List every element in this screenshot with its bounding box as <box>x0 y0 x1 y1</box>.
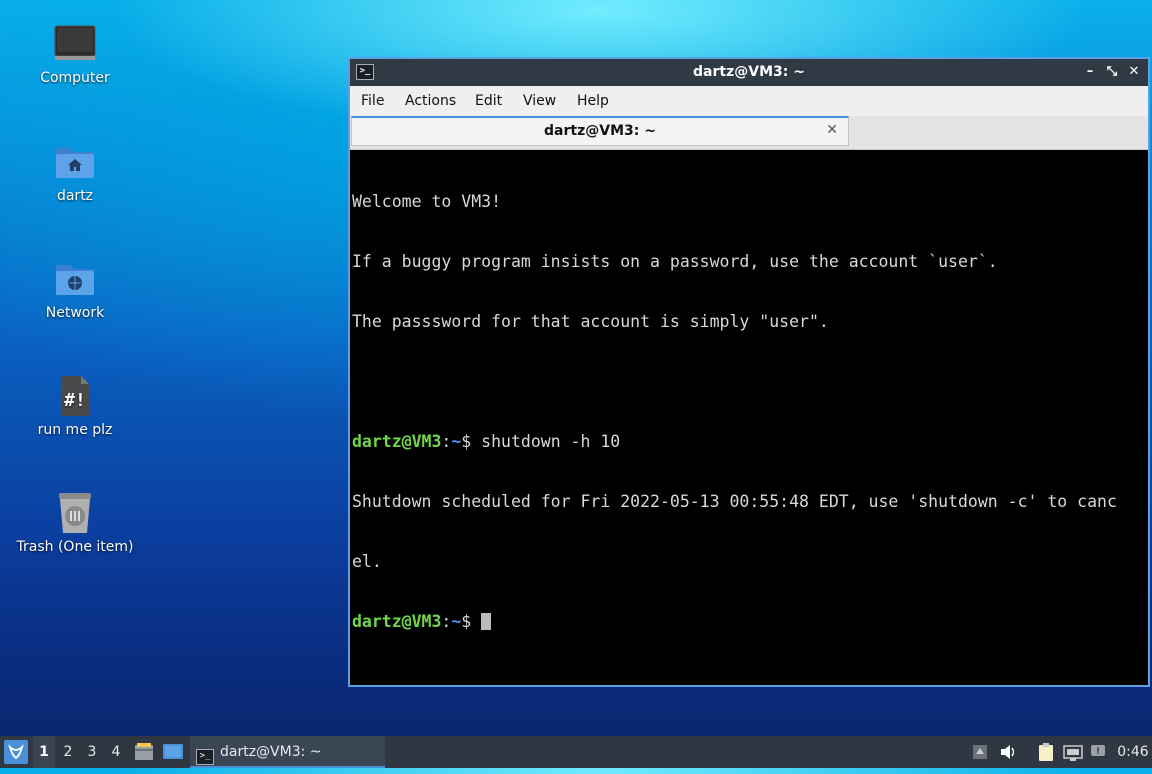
workspace-4-button[interactable]: 4 <box>105 736 127 768</box>
window-titlebar[interactable]: >_ dartz@VM3: ~ – ⤡ ✕ <box>350 59 1148 86</box>
terminal-cursor <box>481 613 492 630</box>
menu-actions[interactable]: Actions <box>405 93 456 109</box>
prompt-symbol: $ <box>461 612 482 631</box>
desktop-icon-label: dartz <box>56 188 94 204</box>
prompt-path: ~ <box>451 612 462 631</box>
tab-bar: dartz@VM3: ~ ✕ <box>350 116 1148 150</box>
menubar: File Actions Edit View Help <box>350 86 1148 116</box>
desktop-icon-home[interactable]: dartz <box>15 140 135 204</box>
menu-file[interactable]: File <box>361 93 384 109</box>
desktop-icon-label: Computer <box>40 70 110 86</box>
close-window-button[interactable]: ✕ <box>1126 63 1142 81</box>
terminal-prompt-line: dartz@VM3:~$ <box>352 612 1148 632</box>
lxqt-logo-icon <box>8 744 24 760</box>
prompt-separator: : <box>441 612 452 631</box>
minimize-button[interactable]: – <box>1082 63 1098 81</box>
notification-icon[interactable]: ! <box>1090 744 1106 760</box>
clock[interactable]: 0:46 <box>1114 736 1152 768</box>
tab-label: dartz@VM3: ~ <box>544 123 656 139</box>
svg-text:!: ! <box>1096 747 1100 757</box>
desktop-icon-label: Network <box>45 305 105 321</box>
prompt-symbol: $ <box>461 432 482 451</box>
tab-terminal[interactable]: dartz@VM3: ~ ✕ <box>351 116 849 146</box>
taskbar: 1 2 3 4 >_ dartz@VM3: ~ ! 0:46 <box>0 736 1152 768</box>
tray-scroll-icon[interactable] <box>972 744 988 760</box>
workspace-3-button[interactable]: 3 <box>81 736 103 768</box>
window-title: dartz@VM3: ~ <box>693 64 805 80</box>
menu-edit[interactable]: Edit <box>475 93 502 109</box>
terminal-line: el. <box>352 552 382 571</box>
start-menu-button[interactable] <box>4 740 28 764</box>
home-folder-icon <box>53 140 97 184</box>
command-text: shutdown -h 10 <box>481 432 621 451</box>
desktop-icon-label: Trash (One item) <box>16 539 134 555</box>
terminal-task-icon: >_ <box>196 749 214 765</box>
menu-view[interactable]: View <box>523 93 556 109</box>
terminal-line: Welcome to VM3! <box>352 192 502 211</box>
prompt-user: dartz@VM3 <box>352 432 442 451</box>
trash-icon <box>53 491 97 535</box>
desktop-icon-network[interactable]: Network <box>15 257 135 321</box>
monitor-icon <box>53 22 97 66</box>
network-folder-icon <box>53 257 97 301</box>
svg-text:#!: #! <box>64 390 86 411</box>
prompt-user: dartz@VM3 <box>352 612 442 631</box>
terminal-line: The passsword for that account is simply… <box>352 312 829 331</box>
show-desktop-icon[interactable] <box>161 736 185 768</box>
desktop-icon-trash[interactable]: Trash (One item) <box>15 491 135 555</box>
network-tray-icon[interactable] <box>1063 744 1083 761</box>
terminal-line: If a buggy program insists on a password… <box>352 252 998 271</box>
workspace-1-button[interactable]: 1 <box>33 736 55 768</box>
restore-button[interactable]: ⤡ <box>1104 63 1120 81</box>
task-label: dartz@VM3: ~ <box>220 744 322 760</box>
menu-help[interactable]: Help <box>577 93 609 109</box>
taskbar-task-terminal[interactable]: >_ dartz@VM3: ~ <box>190 736 385 768</box>
file-manager-launcher-icon[interactable] <box>133 736 155 768</box>
terminal-output[interactable]: Welcome to VM3! If a buggy program insis… <box>352 152 1148 685</box>
volume-icon[interactable] <box>1000 744 1016 760</box>
terminal-command-line: dartz@VM3:~$ shutdown -h 10 <box>352 432 1148 452</box>
desktop-icon-label: run me plz <box>37 422 113 438</box>
workspace-2-button[interactable]: 2 <box>57 736 79 768</box>
prompt-separator: : <box>441 432 452 451</box>
tab-close-icon[interactable]: ✕ <box>826 122 838 138</box>
terminal-window[interactable]: >_ dartz@VM3: ~ – ⤡ ✕ File Actions Edit … <box>348 57 1150 687</box>
clipboard-icon[interactable] <box>1036 743 1056 761</box>
script-file-icon: #! <box>53 374 97 418</box>
desktop-icon-computer[interactable]: Computer <box>15 22 135 86</box>
desktop-icon-script[interactable]: #! run me plz <box>15 374 135 438</box>
terminal-line: Shutdown scheduled for Fri 2022-05-13 00… <box>352 492 1117 511</box>
prompt-path: ~ <box>451 432 462 451</box>
